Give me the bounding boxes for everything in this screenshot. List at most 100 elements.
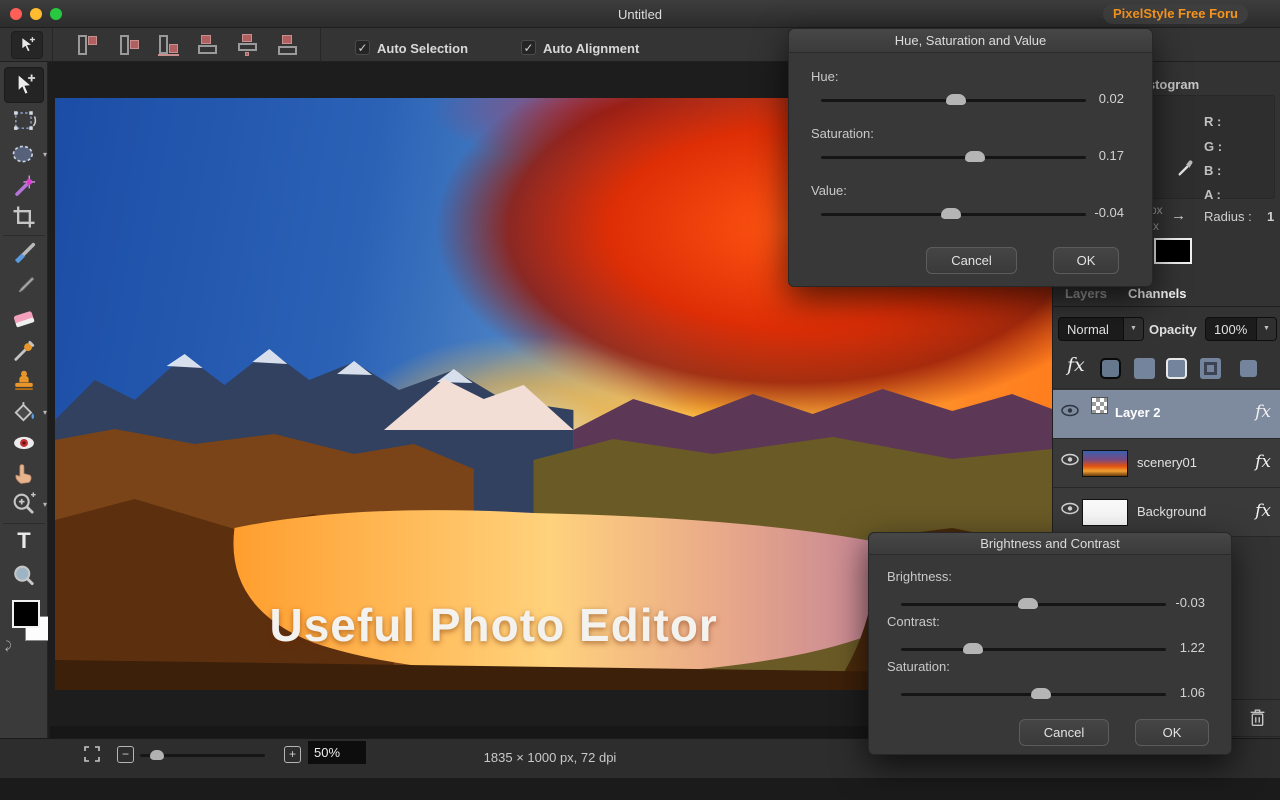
layer-row[interactable]: scenery01 fx bbox=[1053, 439, 1280, 488]
contrast-slider[interactable] bbox=[901, 643, 1166, 654]
checkmark-icon: ✓ bbox=[523, 41, 534, 55]
text-tool[interactable]: T bbox=[8, 528, 40, 556]
eyedropper-icon bbox=[14, 341, 35, 361]
layer-thumbnail[interactable] bbox=[1082, 499, 1128, 526]
layer-row-selected[interactable]: Layer 2 fx bbox=[1053, 390, 1280, 439]
align-middle-vertical-icon[interactable] bbox=[236, 34, 260, 56]
trial-badge[interactable]: PixelStyle Free Foru bbox=[1103, 4, 1248, 24]
chevron-down-icon[interactable]: ▾ bbox=[43, 150, 47, 159]
slider-knob[interactable] bbox=[946, 94, 967, 105]
paintbrush-tool[interactable] bbox=[8, 240, 40, 268]
color-swatch[interactable] bbox=[1154, 238, 1192, 264]
chevron-down-icon[interactable]: ▾ bbox=[43, 500, 47, 509]
eyedropper-tool[interactable] bbox=[8, 336, 40, 364]
swap-colors-icon[interactable]: ⤸ bbox=[5, 640, 12, 653]
tab-channels[interactable]: Channels bbox=[1128, 286, 1187, 301]
move-tool-button[interactable] bbox=[11, 31, 43, 59]
pencil-tool[interactable] bbox=[8, 272, 40, 300]
align-top-icon[interactable] bbox=[196, 34, 220, 56]
auto-alignment-checkbox[interactable]: ✓ bbox=[521, 40, 536, 55]
ok-button[interactable]: OK bbox=[1053, 247, 1119, 274]
hue-slider[interactable] bbox=[821, 94, 1086, 105]
visibility-eye-icon[interactable] bbox=[1061, 453, 1079, 466]
layer-style-button-2[interactable] bbox=[1134, 358, 1155, 379]
slider-knob[interactable] bbox=[1018, 598, 1039, 609]
photo-overlay-text: Useful Photo Editor bbox=[269, 599, 718, 651]
saturation-slider[interactable] bbox=[821, 151, 1086, 162]
layer-name[interactable]: Layer 2 bbox=[1115, 405, 1161, 420]
align-right-icon[interactable] bbox=[156, 34, 180, 56]
delete-layer-trash-icon[interactable] bbox=[1248, 706, 1267, 729]
saturation-value: 0.17 bbox=[1098, 148, 1124, 163]
green-channel-label: G : bbox=[1204, 139, 1223, 154]
move-tool[interactable] bbox=[8, 71, 40, 99]
opacity-dropdown[interactable]: 100% ▼ bbox=[1205, 317, 1277, 341]
slider-knob[interactable] bbox=[1031, 688, 1052, 699]
transform-tool[interactable] bbox=[8, 106, 40, 134]
chevron-down-icon[interactable]: ▼ bbox=[1123, 318, 1143, 340]
align-left-icon[interactable] bbox=[76, 34, 100, 56]
value-slider[interactable] bbox=[821, 208, 1086, 219]
layer-style-button-3[interactable] bbox=[1166, 358, 1187, 379]
layer-row[interactable]: Background fx bbox=[1053, 488, 1280, 537]
tool-separator bbox=[3, 523, 45, 524]
histogram-eyedropper-icon[interactable] bbox=[1176, 156, 1198, 178]
clone-stamp-tool[interactable] bbox=[8, 366, 40, 394]
layer-thumbnail[interactable] bbox=[1082, 450, 1128, 477]
alpha-channel-label: A : bbox=[1204, 187, 1221, 202]
smudge-tool[interactable] bbox=[8, 459, 40, 487]
paint-bucket-tool[interactable]: ▾ bbox=[8, 398, 47, 426]
chevron-down-icon[interactable]: ▾ bbox=[43, 408, 47, 417]
red-eye-tool[interactable] bbox=[8, 429, 40, 457]
slider-knob[interactable] bbox=[940, 208, 961, 219]
foreground-color-well[interactable] bbox=[12, 600, 40, 628]
ellipse-select-tool[interactable]: ▾ bbox=[8, 140, 47, 168]
brightness-slider[interactable] bbox=[901, 598, 1166, 609]
layer-name[interactable]: Background bbox=[1137, 504, 1206, 519]
visibility-eye-icon[interactable] bbox=[1061, 404, 1079, 417]
saturation-label: Saturation: bbox=[811, 126, 874, 141]
layer-style-button-5[interactable] bbox=[1240, 360, 1257, 377]
layer-name[interactable]: scenery01 bbox=[1137, 455, 1197, 470]
visibility-eye-icon[interactable] bbox=[1061, 502, 1079, 515]
ok-button[interactable]: OK bbox=[1135, 719, 1209, 746]
layer-style-button-4[interactable] bbox=[1200, 358, 1221, 379]
hsv-dialog: Hue, Saturation and Value Hue: 0.02 Satu… bbox=[788, 28, 1153, 287]
eraser-tool[interactable] bbox=[8, 304, 40, 332]
saturation-label: Saturation: bbox=[887, 659, 950, 674]
brightness-value: -0.03 bbox=[1175, 595, 1205, 610]
cancel-button[interactable]: Cancel bbox=[1019, 719, 1109, 746]
zoom-in-tool[interactable]: ▾ bbox=[8, 490, 47, 518]
slider-knob[interactable] bbox=[964, 151, 985, 162]
dialog-title[interactable]: Hue, Saturation and Value bbox=[789, 29, 1152, 53]
auto-selection-checkbox[interactable]: ✓ bbox=[355, 40, 370, 55]
dialog-title[interactable]: Brightness and Contrast bbox=[869, 533, 1231, 555]
window-title: Untitled bbox=[617, 7, 663, 22]
saturation-slider[interactable] bbox=[901, 688, 1166, 699]
pixelstyle-window: Untitled PixelStyle Free Foru ✓ Auto Sel… bbox=[0, 0, 1280, 800]
magnifier-tool[interactable] bbox=[8, 562, 40, 590]
crop-tool[interactable] bbox=[8, 203, 40, 231]
layer-fx-badge[interactable]: fx bbox=[1255, 452, 1271, 472]
radius-value[interactable]: 1 bbox=[1267, 209, 1274, 224]
align-bottom-icon[interactable] bbox=[276, 34, 300, 56]
transform-icon bbox=[14, 111, 37, 130]
layer-fx-badge[interactable]: fx bbox=[1255, 402, 1271, 422]
magic-wand-icon bbox=[15, 175, 36, 196]
blend-mode-dropdown[interactable]: Normal ▼ bbox=[1058, 317, 1144, 341]
layer-style-button-1[interactable] bbox=[1100, 358, 1121, 379]
tab-layers[interactable]: Layers bbox=[1065, 286, 1107, 301]
cancel-button[interactable]: Cancel bbox=[926, 247, 1017, 274]
layer-effects-label[interactable]: fx bbox=[1067, 354, 1085, 376]
chevron-down-icon[interactable]: ▼ bbox=[1256, 318, 1276, 340]
layer-fx-badge[interactable]: fx bbox=[1255, 501, 1271, 521]
blend-mode-value: Normal bbox=[1067, 322, 1109, 337]
align-center-horizontal-icon[interactable] bbox=[116, 34, 140, 56]
layer-thumbnail[interactable] bbox=[1091, 397, 1108, 414]
clone-stamp-icon bbox=[15, 370, 33, 391]
brightness-contrast-dialog: Brightness and Contrast Brightness: -0.0… bbox=[868, 532, 1232, 755]
move-cursor-icon bbox=[21, 36, 35, 53]
slider-knob[interactable] bbox=[962, 643, 983, 654]
toolbar-separator bbox=[52, 28, 53, 62]
magic-wand-tool[interactable] bbox=[8, 172, 40, 200]
